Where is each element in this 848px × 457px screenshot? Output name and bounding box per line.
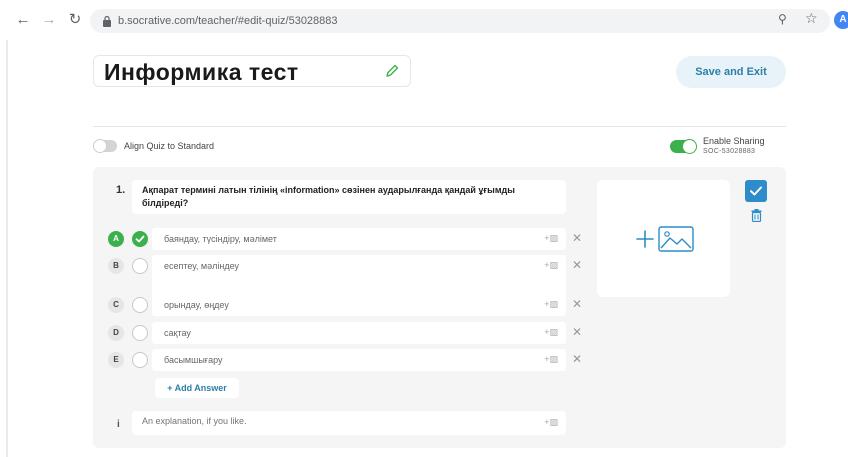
checkmark-icon: [750, 186, 762, 196]
remove-answer-icon[interactable]: ✕: [572, 325, 582, 339]
reload-icon[interactable]: ↻: [66, 11, 84, 29]
align-standard-toggle[interactable]: [93, 139, 117, 153]
page-left-border: [6, 40, 8, 457]
answer-letter: B: [108, 258, 124, 274]
correct-answer-checkbox[interactable]: [132, 231, 148, 247]
question-text-field[interactable]: Ақпарат термині латын тілінің «informati…: [132, 180, 566, 214]
answer-input[interactable]: сақтау +▨: [152, 322, 566, 344]
remove-answer-icon[interactable]: ✕: [572, 258, 582, 272]
pencil-edit-icon[interactable]: [384, 63, 400, 79]
save-and-exit-button[interactable]: Save and Exit: [676, 56, 786, 88]
add-image-icon[interactable]: +▨: [544, 417, 558, 428]
correct-answer-checkbox[interactable]: [132, 325, 148, 341]
answer-row-c: C орындау, өңдеу +▨ ✕: [108, 294, 593, 316]
enable-sharing-label: Enable Sharing: [703, 136, 765, 146]
toggle-knob: [93, 139, 107, 153]
answer-letter: A: [108, 231, 124, 247]
answer-row-a: A баяндау, түсіндіру, мәлімет +▨ ✕: [108, 228, 593, 250]
toggle-knob: [682, 139, 697, 154]
answer-text: орындау, өңдеу: [164, 300, 229, 310]
address-bar[interactable]: b.socrative.com/teacher/#edit-quiz/53028…: [90, 9, 830, 33]
remove-answer-icon[interactable]: ✕: [572, 297, 582, 311]
lock-icon: [103, 15, 111, 27]
enable-sharing-toggle[interactable]: [670, 139, 697, 154]
remove-answer-icon[interactable]: ✕: [572, 352, 582, 366]
correct-answer-checkbox[interactable]: [132, 258, 148, 274]
sharing-code: SOC-53028883: [703, 148, 756, 155]
explanation-input[interactable]: [142, 416, 522, 426]
add-image-icon[interactable]: +▨: [544, 260, 558, 271]
add-image-icon[interactable]: +▨: [544, 354, 558, 365]
add-image-area[interactable]: [597, 180, 730, 297]
correct-answer-checkbox[interactable]: [132, 297, 148, 313]
remove-answer-icon[interactable]: ✕: [572, 231, 582, 245]
answer-text: баяндау, түсіндіру, мәлімет: [164, 234, 277, 244]
question-text: Ақпарат термині латын тілінің «informati…: [142, 185, 515, 208]
answer-letter: E: [108, 352, 124, 368]
save-question-button[interactable]: [745, 180, 767, 202]
add-image-icon[interactable]: +▨: [544, 299, 558, 310]
answer-input[interactable]: орындау, өңдеу +▨: [152, 294, 566, 316]
explanation-info-icon: i: [117, 419, 120, 430]
add-image-icon[interactable]: +▨: [544, 233, 558, 244]
header-divider: [93, 126, 786, 127]
forward-arrow-icon[interactable]: →: [40, 11, 58, 29]
quiz-title: Информика тест: [104, 59, 299, 85]
answer-row-e: E басымшығару +▨ ✕: [108, 349, 593, 371]
url-text: b.socrative.com/teacher/#edit-quiz/53028…: [118, 15, 338, 27]
answer-input[interactable]: баяндау, түсіндіру, мәлімет +▨: [152, 228, 566, 250]
add-image-icon[interactable]: +▨: [544, 327, 558, 338]
explanation-field[interactable]: +▨: [132, 411, 566, 435]
question-number: 1.: [116, 184, 126, 196]
checkmark-icon: [135, 235, 145, 243]
add-image-icon: [636, 226, 694, 252]
answer-text: есептеу, мәліндеу: [164, 261, 239, 271]
correct-answer-checkbox[interactable]: [132, 352, 148, 368]
answer-letter: D: [108, 325, 124, 341]
back-arrow-icon[interactable]: ←: [14, 11, 32, 29]
add-answer-button[interactable]: + Add Answer: [155, 378, 239, 398]
trash-icon[interactable]: [751, 209, 762, 222]
profile-avatar[interactable]: A: [834, 11, 848, 29]
zoom-icon[interactable]: ⚲: [778, 12, 787, 26]
answer-row-d: D сақтау +▨ ✕: [108, 322, 593, 344]
answer-text: басымшығару: [164, 355, 223, 365]
bookmark-star-icon[interactable]: ☆: [805, 10, 818, 27]
answer-letter: C: [108, 297, 124, 313]
answer-input[interactable]: басымшығару +▨: [152, 349, 566, 371]
quiz-title-field[interactable]: Информика тест: [93, 55, 411, 87]
align-standard-label: Align Quiz to Standard: [124, 141, 215, 151]
browser-toolbar: ← → ↻ b.socrative.com/teacher/#edit-quiz…: [0, 0, 848, 40]
answer-text: сақтау: [164, 328, 191, 338]
